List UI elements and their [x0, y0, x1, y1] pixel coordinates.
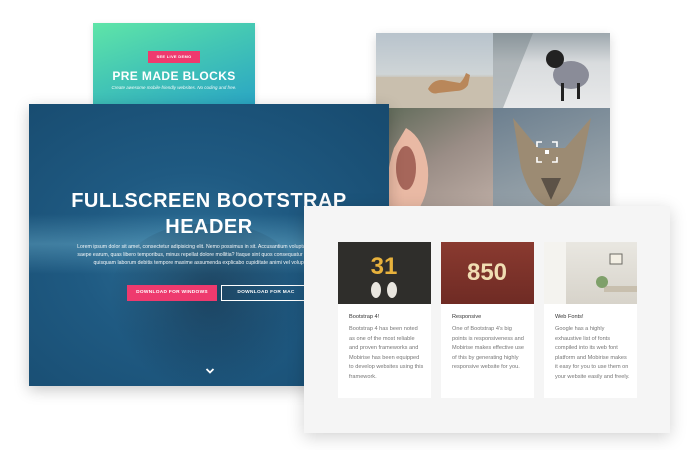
premade-title: PRE MADE BLOCKS [112, 69, 236, 83]
interior-room-photo [544, 242, 637, 304]
dog-on-beach-photo [376, 33, 493, 108]
camera-focus-icon[interactable] [535, 140, 559, 164]
feature-card: 850 Responsive One of Bootstrap 4's big … [441, 242, 534, 398]
feature-text: Google has a highly exhaustive list of f… [555, 326, 630, 380]
see-live-demo-button[interactable]: SEE LIVE DEMO [148, 51, 200, 63]
feature-card: 31 Bootstrap 4! Bootstrap 4 has been not… [338, 242, 431, 398]
showcase-stage: SEE LIVE DEMO PRE MADE BLOCKS Create awe… [0, 0, 690, 450]
chevron-down-icon[interactable] [205, 366, 215, 376]
feature-image-text: 850 [467, 259, 507, 286]
download-mac-button[interactable]: DOWNLOAD FOR MAC [221, 285, 311, 301]
feature-card: Web Fonts! Google has a highly exhaustiv… [544, 242, 637, 398]
photo-gallery-card [376, 33, 610, 233]
feature-text: One of Bootstrap 4's big points is respo… [452, 326, 525, 371]
dog-in-snow-photo [493, 33, 610, 108]
feature-title: Responsive [452, 314, 482, 320]
download-windows-button[interactable]: DOWNLOAD FOR WINDOWS [127, 285, 217, 301]
premade-blocks-card: SEE LIVE DEMO PRE MADE BLOCKS Create awe… [93, 23, 255, 105]
feature-image-text: 31 [371, 253, 398, 280]
feature-title: Web Fonts! [555, 314, 584, 320]
feature-text: Bootstrap 4 has been noted as one of the… [349, 326, 424, 380]
features-card: 31 Bootstrap 4! Bootstrap 4 has been not… [304, 206, 670, 433]
number-31-photo: 31 [338, 242, 431, 304]
number-850-photo: 850 [441, 242, 534, 304]
feature-title: Bootstrap 4! [349, 314, 380, 320]
hero-title-line2: HEADER [165, 216, 253, 238]
premade-subtitle: Create awesome mobile-friendly websites.… [111, 85, 237, 90]
